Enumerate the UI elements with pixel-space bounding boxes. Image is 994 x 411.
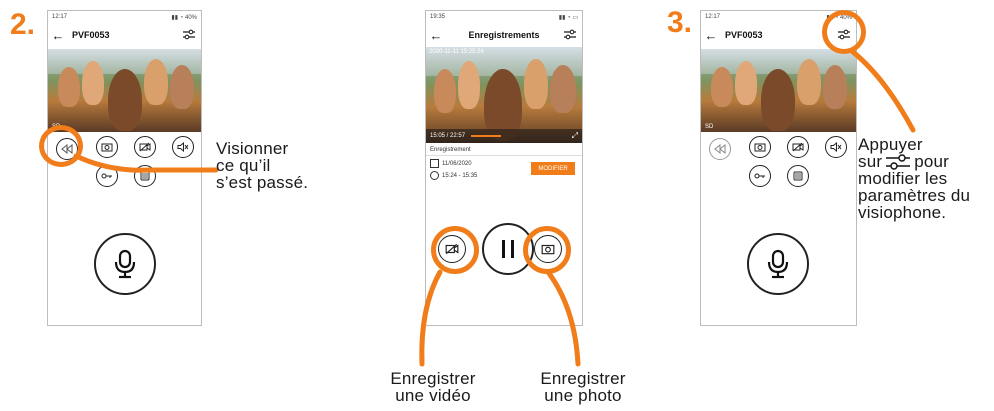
caption-word: sur bbox=[858, 152, 883, 171]
back-arrow-icon[interactable]: ← bbox=[48, 28, 68, 43]
progress-slider[interactable] bbox=[471, 135, 502, 137]
settings-icon[interactable] bbox=[558, 25, 582, 45]
caption-word: pour bbox=[914, 152, 950, 171]
time-text: 15:24 - 15:35 bbox=[442, 172, 478, 179]
date-text: 11/06/2020 bbox=[442, 160, 472, 167]
caption-line: Enregistrer bbox=[390, 369, 476, 388]
playback-bar: 15:05 / 22:57 ⤢ bbox=[426, 129, 582, 143]
fullscreen-icon[interactable]: ⤢ bbox=[572, 131, 578, 141]
settings-icon[interactable] bbox=[177, 25, 201, 45]
step-number: 2. bbox=[10, 8, 36, 41]
caption-line: ce qu’il bbox=[216, 156, 271, 175]
phone-screen-live: 12:17 ▮▮ ◔ 40% ← PVF0053 SD bbox=[700, 10, 857, 326]
highlight-ring-video bbox=[431, 226, 479, 274]
camera-feed: SD bbox=[48, 49, 201, 132]
pause-icon bbox=[502, 240, 514, 258]
camera-icon bbox=[754, 143, 766, 152]
caption-record-photo: Enregistrer une photo bbox=[535, 370, 631, 404]
callout-line bbox=[850, 49, 916, 133]
caption-playback: Visionner ce qu’il s’est passé. bbox=[216, 140, 308, 191]
microphone-icon bbox=[767, 249, 789, 279]
caption-line: s’est passé. bbox=[216, 173, 309, 192]
settings-icon bbox=[886, 153, 911, 170]
rewind-icon bbox=[714, 144, 726, 154]
page-title: Enregistrements bbox=[468, 30, 540, 40]
status-time: 19:35 bbox=[430, 14, 446, 20]
caption-line: Visionner bbox=[216, 139, 289, 158]
caption-line: Appuyer bbox=[858, 135, 923, 154]
back-arrow-icon[interactable]: ← bbox=[426, 28, 446, 43]
recording-time: 15:24 - 15:35 bbox=[430, 171, 477, 180]
mute-button[interactable] bbox=[825, 136, 847, 158]
clock-icon bbox=[430, 171, 439, 180]
device-title: PVF0053 bbox=[72, 30, 110, 40]
top-bar: ← PVF0053 bbox=[48, 23, 201, 47]
status-time: 12:17 bbox=[52, 14, 68, 20]
microphone-icon bbox=[114, 249, 136, 279]
key-icon bbox=[754, 173, 765, 179]
caption-line: une vidéo bbox=[395, 386, 471, 405]
modify-button[interactable]: MODIFIER bbox=[531, 162, 575, 175]
recording-video: 2020-11-11 15:25:24 15:05 / 22:57 ⤢ bbox=[426, 47, 582, 143]
open-gate-button[interactable] bbox=[787, 165, 809, 187]
top-bar: ← Enregistrements bbox=[426, 23, 582, 47]
back-arrow-icon[interactable]: ← bbox=[701, 28, 721, 43]
caption-line: sur pour bbox=[858, 153, 970, 170]
record-video-button[interactable] bbox=[787, 136, 809, 158]
playback-button[interactable] bbox=[709, 138, 731, 160]
status-time: 12:17 bbox=[705, 14, 721, 20]
caption-line: une photo bbox=[544, 386, 622, 405]
status-icons: ▮▮ ◔ ▭ bbox=[558, 15, 578, 21]
caption-line: Enregistrer bbox=[540, 369, 626, 388]
camera-feed: SD bbox=[701, 49, 856, 132]
caption-line: visiophone. bbox=[858, 203, 947, 222]
status-bar: 12:17 ▮▮ ◔ 40% bbox=[52, 14, 197, 22]
device-title: PVF0053 bbox=[725, 30, 763, 40]
callout-line bbox=[73, 153, 219, 173]
highlight-ring-photo bbox=[523, 226, 571, 274]
talk-button[interactable] bbox=[94, 233, 156, 295]
playback-time: 15:05 / 22:57 bbox=[430, 133, 466, 139]
snapshot-button[interactable] bbox=[749, 136, 771, 158]
talk-button[interactable] bbox=[747, 233, 809, 295]
section-title: Enregistrement bbox=[430, 147, 471, 153]
callout-lines bbox=[419, 269, 581, 367]
speaker-off-icon bbox=[830, 142, 842, 152]
caption-settings: Appuyer sur pour modifier les paramètres… bbox=[858, 136, 970, 221]
recording-date: 11/06/2020 bbox=[430, 159, 472, 168]
status-icons: ▮▮ ◔ 40% bbox=[171, 15, 197, 21]
unlock-door-button[interactable] bbox=[749, 165, 771, 187]
video-timestamp: 2020-11-11 15:25:24 bbox=[429, 49, 484, 55]
step-number: 3. bbox=[667, 6, 693, 39]
gate-icon bbox=[793, 171, 803, 181]
caption-line: paramètres du bbox=[858, 186, 971, 205]
caption-record-video: Enregistrer une vidéo bbox=[385, 370, 481, 404]
calendar-icon bbox=[430, 159, 439, 168]
caption-line: modifier les bbox=[858, 169, 948, 188]
status-bar: 19:35 ▮▮ ◔ ▭ bbox=[430, 14, 578, 22]
storage-label: SD bbox=[705, 124, 714, 130]
video-off-icon bbox=[792, 142, 804, 152]
